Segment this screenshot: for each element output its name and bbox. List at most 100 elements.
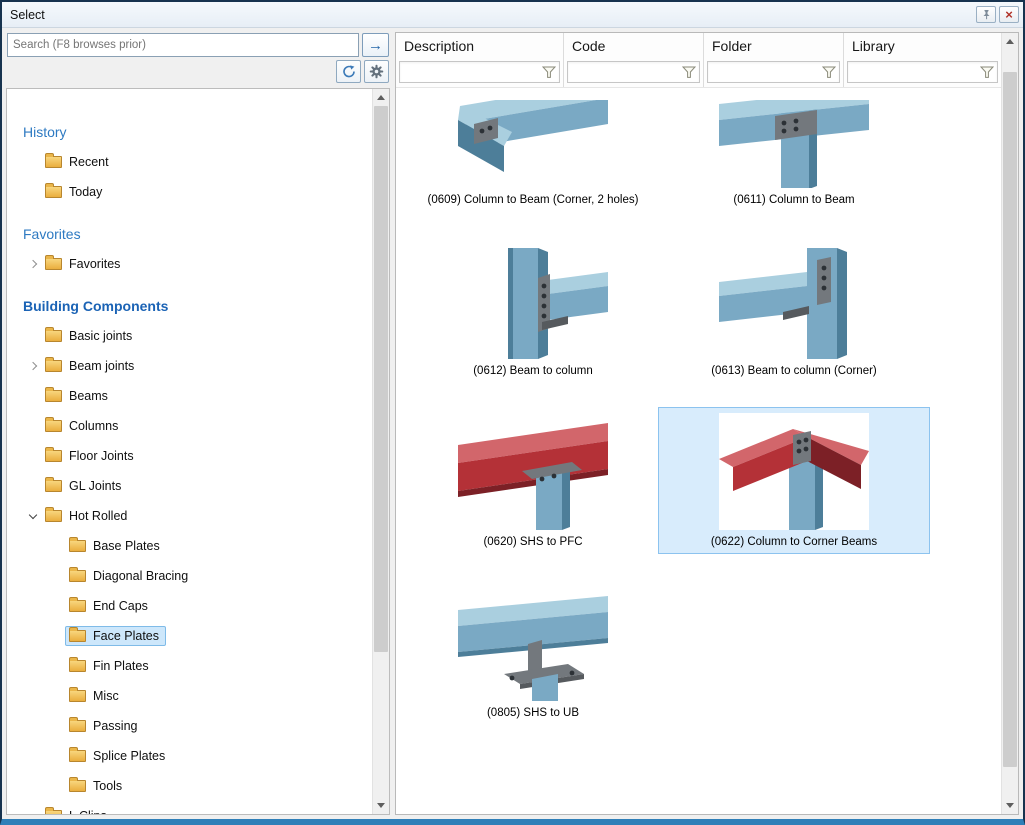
tree-item-content[interactable]: Basic joints: [41, 326, 139, 346]
component-item-0622-column-to-corner-beams[interactable]: (0622) Column to Corner Beams: [658, 407, 930, 554]
chevron-right-icon[interactable]: [25, 261, 41, 267]
tree-item-label: L Clips: [69, 809, 107, 814]
tree-item-recent[interactable]: Recent: [13, 147, 372, 177]
tree-scroll-up-button[interactable]: [373, 89, 389, 106]
search-input[interactable]: [7, 33, 359, 57]
chevron-right-icon[interactable]: [25, 363, 41, 369]
filter-button-description[interactable]: [399, 61, 560, 83]
folder-icon: [45, 156, 62, 168]
tree-item-label: Favorites: [69, 257, 120, 271]
grid-column-library: Library: [844, 33, 1001, 87]
tree-item-content[interactable]: Beams: [41, 386, 115, 406]
grid-scrollbar[interactable]: [1001, 33, 1018, 814]
tree-item-content[interactable]: Beam joints: [41, 356, 141, 376]
tree-item-label: Today: [69, 185, 102, 199]
tree-item-gl-joints[interactable]: GL Joints: [13, 471, 372, 501]
tree-item-content[interactable]: Splice Plates: [65, 746, 172, 766]
tree-item-base-plates[interactable]: Base Plates: [13, 531, 372, 561]
tree-item-content[interactable]: Today: [41, 182, 109, 202]
tree-item-label: End Caps: [93, 599, 148, 613]
tree-item-label: Base Plates: [93, 539, 160, 553]
chevron-down-icon[interactable]: [25, 515, 41, 518]
tree-item-content[interactable]: End Caps: [65, 596, 155, 616]
tree-item-label: Fin Plates: [93, 659, 149, 673]
folder-icon: [45, 360, 62, 372]
tree-scrollbar[interactable]: [372, 89, 389, 814]
settings-button[interactable]: [364, 60, 389, 83]
grid-scrollbar-track[interactable]: [1002, 50, 1018, 797]
tree-item-content[interactable]: Fin Plates: [65, 656, 156, 676]
tree-item-today[interactable]: Today: [13, 177, 372, 207]
tree-item-basic-joints[interactable]: Basic joints: [13, 321, 372, 351]
component-item-0611-column-to-beam[interactable]: (0611) Column to Beam: [658, 94, 930, 212]
tree-item-end-caps[interactable]: End Caps: [13, 591, 372, 621]
pin-button[interactable]: [976, 6, 996, 23]
tree-item-face-plates[interactable]: Face Plates: [13, 621, 372, 651]
tree-scroll-down-button[interactable]: [373, 797, 389, 814]
tree-item-content[interactable]: Favorites: [41, 254, 127, 274]
close-button[interactable]: ×: [999, 6, 1019, 23]
tree-item-tools[interactable]: Tools: [13, 771, 372, 801]
tree-item-content[interactable]: Passing: [65, 716, 144, 736]
tree-item-content[interactable]: Recent: [41, 152, 116, 172]
tree-item-columns[interactable]: Columns: [13, 411, 372, 441]
folder-icon: [69, 690, 86, 702]
tree-item-content[interactable]: Columns: [41, 416, 125, 436]
folder-icon: [45, 810, 62, 814]
tree-item-floor-joints[interactable]: Floor Joints: [13, 441, 372, 471]
component-item-0620-shs-to-pfc[interactable]: (0620) SHS to PFC: [408, 407, 658, 554]
catalog-left-pane: → HistoryRecentTodayFavoritesFavoritesBu…: [6, 32, 390, 815]
column-header-description[interactable]: Description: [396, 33, 563, 59]
tree-item-content[interactable]: Base Plates: [65, 536, 167, 556]
folder-icon: [69, 660, 86, 672]
component-item-0613-beam-to-column-corner[interactable]: (0613) Beam to column (Corner): [658, 236, 930, 383]
tree-item-l-clips[interactable]: L Clips: [13, 801, 372, 814]
close-icon: ×: [1005, 8, 1013, 21]
triangle-up-icon: [1006, 39, 1014, 44]
tree-item-content[interactable]: Floor Joints: [41, 446, 141, 466]
component-item-0805-shs-to-ub[interactable]: (0805) SHS to UB: [408, 578, 658, 725]
filter-button-library[interactable]: [847, 61, 998, 83]
tree-item-content[interactable]: L Clips: [41, 806, 114, 814]
component-item-0609-column-to-beam-corner-2-holes[interactable]: (0609) Column to Beam (Corner, 2 holes): [408, 94, 658, 212]
tree-item-content[interactable]: Misc: [65, 686, 126, 706]
refresh-button[interactable]: [336, 60, 361, 83]
filter-cell: [396, 59, 563, 87]
grid-scroll-up-button[interactable]: [1002, 33, 1018, 50]
tree-item-diagonal-bracing[interactable]: Diagonal Bracing: [13, 561, 372, 591]
column-header-code[interactable]: Code: [564, 33, 703, 59]
component-thumbnail: [719, 100, 869, 188]
tree-item-beam-joints[interactable]: Beam joints: [13, 351, 372, 381]
grid-scroll-area: (0609) Column to Beam (Corner, 2 holes)(…: [396, 88, 1001, 814]
tree-item-content[interactable]: Tools: [65, 776, 129, 796]
tree-item-content[interactable]: Diagonal Bracing: [65, 566, 195, 586]
grid-scrollbar-thumb[interactable]: [1003, 72, 1017, 767]
tree-item-beams[interactable]: Beams: [13, 381, 372, 411]
tree-item-content[interactable]: Hot Rolled: [41, 506, 134, 526]
tree-item-favorites[interactable]: Favorites: [13, 249, 372, 279]
select-dialog-window: Select × →: [0, 0, 1025, 825]
tree-item-label: Beams: [69, 389, 108, 403]
tree-item-hot-rolled[interactable]: Hot Rolled: [13, 501, 372, 531]
tree-item-fin-plates[interactable]: Fin Plates: [13, 651, 372, 681]
search-go-button[interactable]: →: [362, 33, 389, 57]
column-header-folder[interactable]: Folder: [704, 33, 843, 59]
tree-item-misc[interactable]: Misc: [13, 681, 372, 711]
tree-scrollbar-track[interactable]: [373, 106, 389, 797]
triangle-up-icon: [377, 95, 385, 100]
filter-button-code[interactable]: [567, 61, 700, 83]
tree-item-passing[interactable]: Passing: [13, 711, 372, 741]
tree-item-content[interactable]: GL Joints: [41, 476, 128, 496]
component-item-0612-beam-to-column[interactable]: (0612) Beam to column: [408, 236, 658, 383]
filter-cell: [704, 59, 843, 87]
grid-scroll-down-button[interactable]: [1002, 797, 1018, 814]
column-header-library[interactable]: Library: [844, 33, 1001, 59]
tree-scrollbar-thumb[interactable]: [374, 106, 388, 652]
filter-cell: [564, 59, 703, 87]
tree-item-splice-plates[interactable]: Splice Plates: [13, 741, 372, 771]
folder-icon: [69, 750, 86, 762]
filter-button-folder[interactable]: [707, 61, 840, 83]
funnel-icon: [682, 66, 696, 78]
tree-item-content[interactable]: Face Plates: [65, 626, 166, 646]
pushpin-icon: [981, 9, 992, 20]
